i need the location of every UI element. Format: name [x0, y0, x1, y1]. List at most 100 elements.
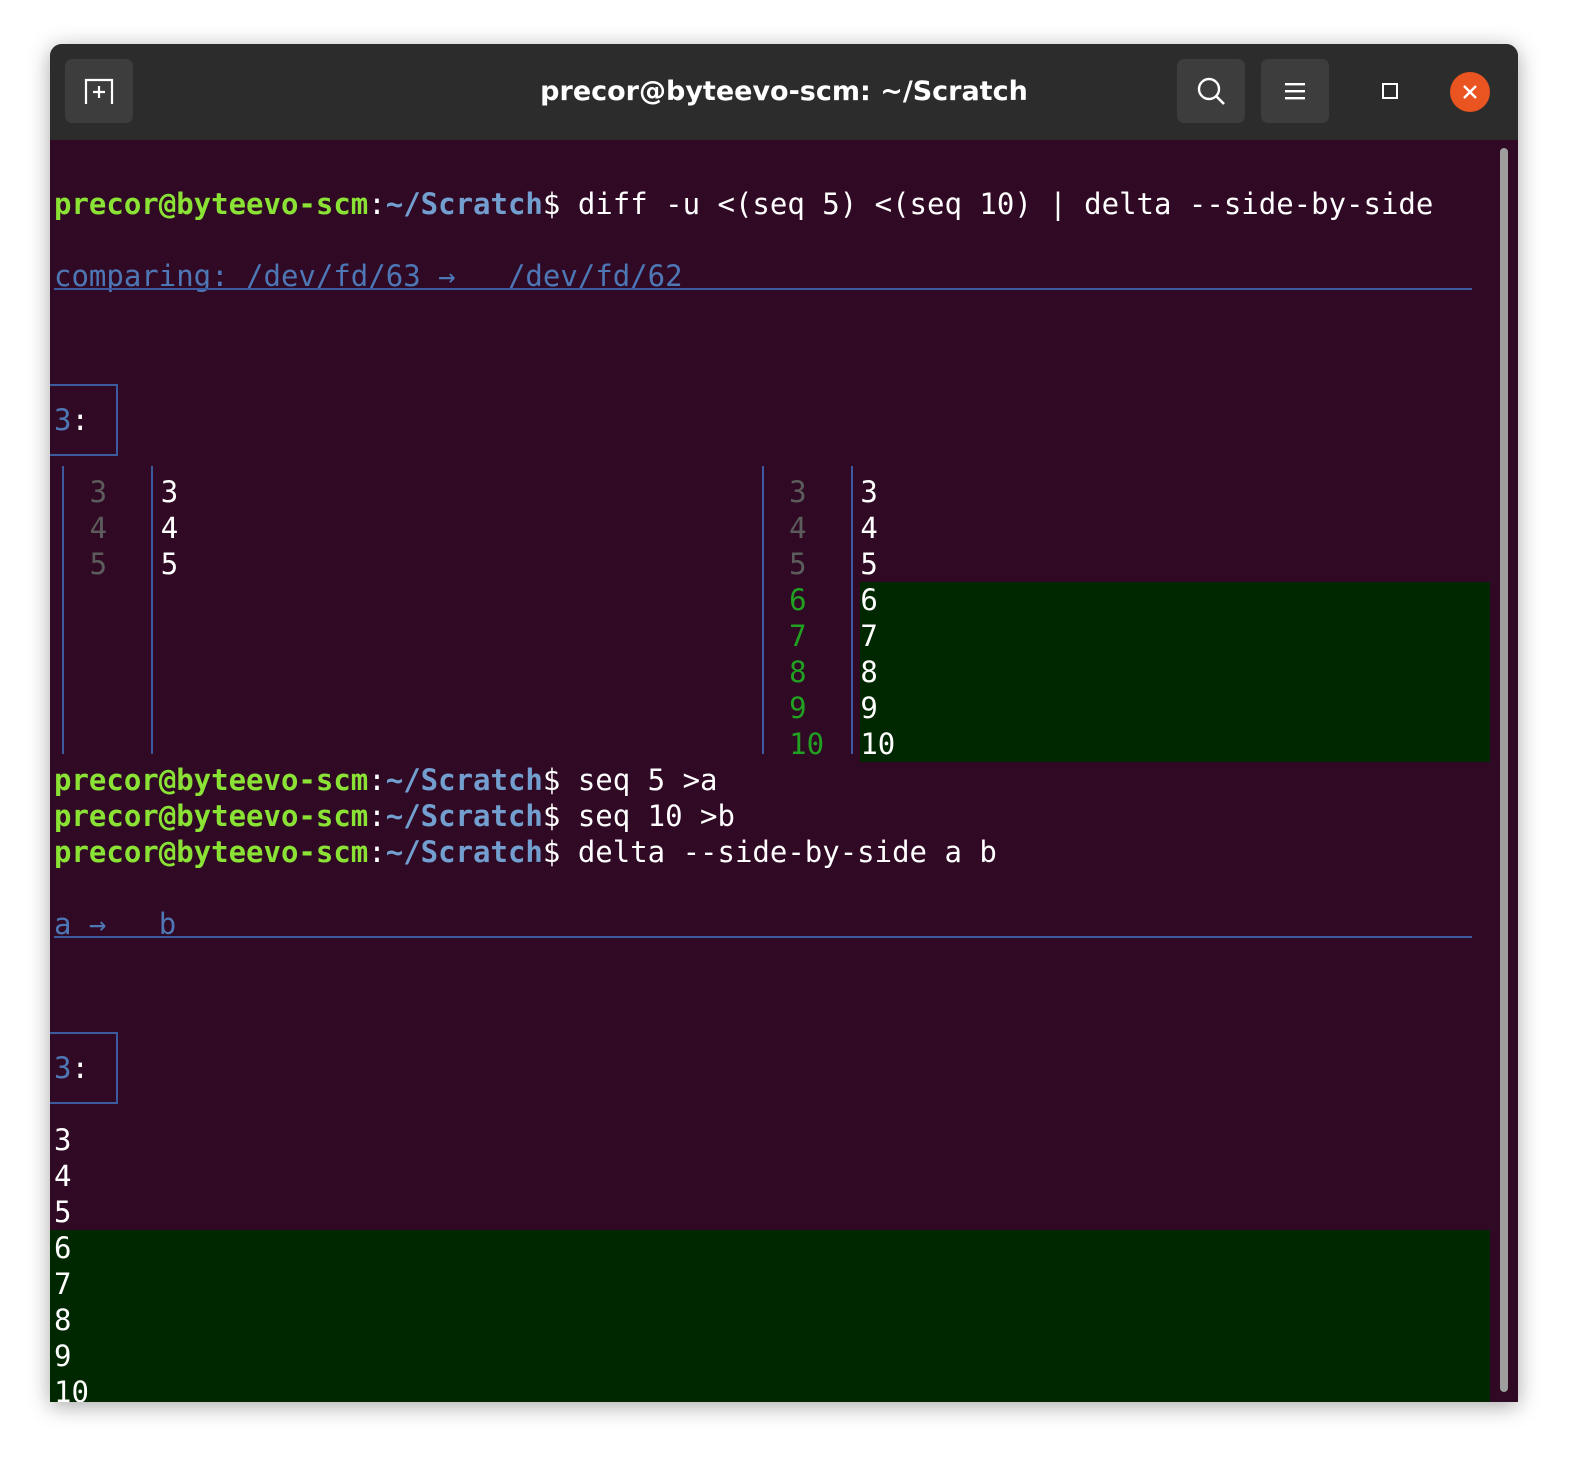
maximize-icon — [1382, 83, 1398, 99]
line-number: 3 — [789, 475, 807, 509]
prompt-user-host: precor@byteevo-scm — [54, 763, 369, 797]
title-bar: precor@byteevo-scm: ~/Scratch — [50, 44, 1518, 140]
diff1-left-line: 5 — [161, 546, 178, 582]
diff2-added-line-bg — [50, 1266, 1490, 1302]
diff1-right-border — [762, 466, 764, 754]
terminal-window: precor@byteevo-scm: ~/Scratch precor@byt… — [50, 44, 1518, 1402]
command-text: seq 10 >b — [577, 799, 735, 833]
diff1-right-line-number: 5 — [789, 546, 806, 582]
diff2-added-line-bg — [50, 1302, 1490, 1338]
search-button[interactable] — [1177, 59, 1245, 123]
diff1-right-line-number: 9 — [789, 690, 806, 726]
prompt-path: ~/Scratch — [385, 187, 543, 221]
prompt-dollar: $ — [542, 187, 561, 221]
line-number: 9 — [789, 691, 807, 725]
line-text: 5 — [54, 1195, 72, 1229]
diff1-left-line: 3 — [161, 474, 178, 510]
line-text: 7 — [54, 1267, 72, 1301]
diff1-left-divider — [151, 466, 153, 754]
hunk-line-number: 3 — [54, 403, 72, 437]
diff2-line: 3 — [54, 1122, 71, 1158]
line-number: 5 — [89, 547, 108, 581]
line-number: 6 — [789, 583, 807, 617]
diff1-right-line-number: 10 — [789, 726, 824, 762]
diff1-right-line: 9 — [860, 690, 877, 726]
line-text: 3 — [160, 475, 179, 509]
diff1-right-line-number: 4 — [789, 510, 806, 546]
line-text: 7 — [860, 619, 878, 653]
diff1-left-border — [62, 466, 64, 754]
command-text: seq 5 >a — [577, 763, 718, 797]
diff1-added-line-bg — [860, 690, 1490, 726]
diff2-line: 6 — [54, 1230, 71, 1266]
diff2-line: 8 — [54, 1302, 71, 1338]
line-text: 5 — [160, 547, 179, 581]
line-text: 9 — [54, 1339, 72, 1373]
prompt-dollar: $ — [542, 835, 561, 869]
prompt-dollar: $ — [542, 799, 561, 833]
line-text: 10 — [54, 1375, 89, 1402]
diff1-right-line-number: 6 — [789, 582, 806, 618]
line-text: 4 — [54, 1159, 72, 1193]
prompt-line-1: precor@byteevo-scm:~/Scratch$ diff -u <(… — [54, 186, 1433, 222]
close-button[interactable] — [1450, 72, 1490, 112]
line-number: 7 — [789, 619, 807, 653]
menu-button[interactable] — [1261, 59, 1329, 123]
line-number: 4 — [89, 511, 108, 545]
diff2-line: 7 — [54, 1266, 71, 1302]
diff1-left-line-number: 3 — [90, 474, 107, 510]
diff1-right-line: 4 — [860, 510, 877, 546]
diff1-right-divider — [851, 466, 853, 754]
diff1-right-line: 6 — [860, 582, 877, 618]
diff2-line: 5 — [54, 1194, 71, 1230]
line-text: 9 — [860, 691, 878, 725]
diff1-right-line: 10 — [860, 726, 895, 762]
diff1-left-line: 4 — [161, 510, 178, 546]
prompt-path: ~/Scratch — [385, 799, 543, 833]
diff1-right-line-number: 3 — [789, 474, 806, 510]
prompt-colon: : — [368, 835, 386, 869]
line-text: 4 — [860, 511, 878, 545]
line-text: 4 — [160, 511, 179, 545]
prompt-line-3: precor@byteevo-scm:~/Scratch$ seq 10 >b — [54, 798, 735, 834]
line-text: 8 — [860, 655, 878, 689]
hunk-colon: : — [71, 1051, 89, 1085]
diff1-hunk-label: 3: — [54, 402, 89, 438]
line-number: 10 — [789, 727, 825, 761]
hamburger-menu-icon — [1285, 83, 1305, 100]
line-text: 3 — [860, 475, 878, 509]
diff2-added-line-bg — [50, 1374, 1490, 1402]
terminal-output[interactable]: precor@byteevo-scm:~/Scratch$ diff -u <(… — [50, 140, 1518, 1402]
prompt-user-host: precor@byteevo-scm — [54, 835, 369, 869]
prompt-line-2: precor@byteevo-scm:~/Scratch$ seq 5 >a — [54, 762, 718, 798]
maximize-button[interactable] — [1358, 59, 1422, 123]
diff2-line: 4 — [54, 1158, 71, 1194]
line-number: 4 — [789, 511, 807, 545]
command-text: diff -u <(seq 5) <(seq 10) | delta --sid… — [577, 187, 1434, 221]
diff2-hunk-label: 3: — [54, 1050, 89, 1086]
new-tab-icon — [84, 78, 114, 104]
line-number: 5 — [789, 547, 807, 581]
diff2-added-line-bg — [50, 1338, 1490, 1374]
hunk-line-number: 3 — [54, 1051, 72, 1085]
prompt-path: ~/Scratch — [385, 763, 543, 797]
diff1-added-line-bg — [860, 654, 1490, 690]
command-text: delta --side-by-side a b — [577, 835, 997, 869]
diff1-right-line-number: 7 — [789, 618, 806, 654]
prompt-colon: : — [368, 799, 386, 833]
line-number: 8 — [789, 655, 807, 689]
new-tab-button[interactable] — [65, 59, 133, 123]
prompt-user-host: precor@byteevo-scm — [54, 799, 369, 833]
prompt-dollar: $ — [542, 763, 561, 797]
diff1-left-line-number: 5 — [90, 546, 107, 582]
diff1-added-line-bg — [860, 618, 1490, 654]
diff1-right-line: 8 — [860, 654, 877, 690]
diff1-right-line: 3 — [860, 474, 877, 510]
scrollbar[interactable] — [1500, 148, 1508, 1392]
diff1-right-line: 7 — [860, 618, 877, 654]
diff2-line: 10 — [54, 1374, 89, 1402]
line-text: 6 — [860, 583, 878, 617]
diff2-header-rule — [54, 936, 1472, 938]
diff1-added-line-bg — [860, 726, 1490, 762]
hunk-colon: : — [71, 403, 89, 437]
